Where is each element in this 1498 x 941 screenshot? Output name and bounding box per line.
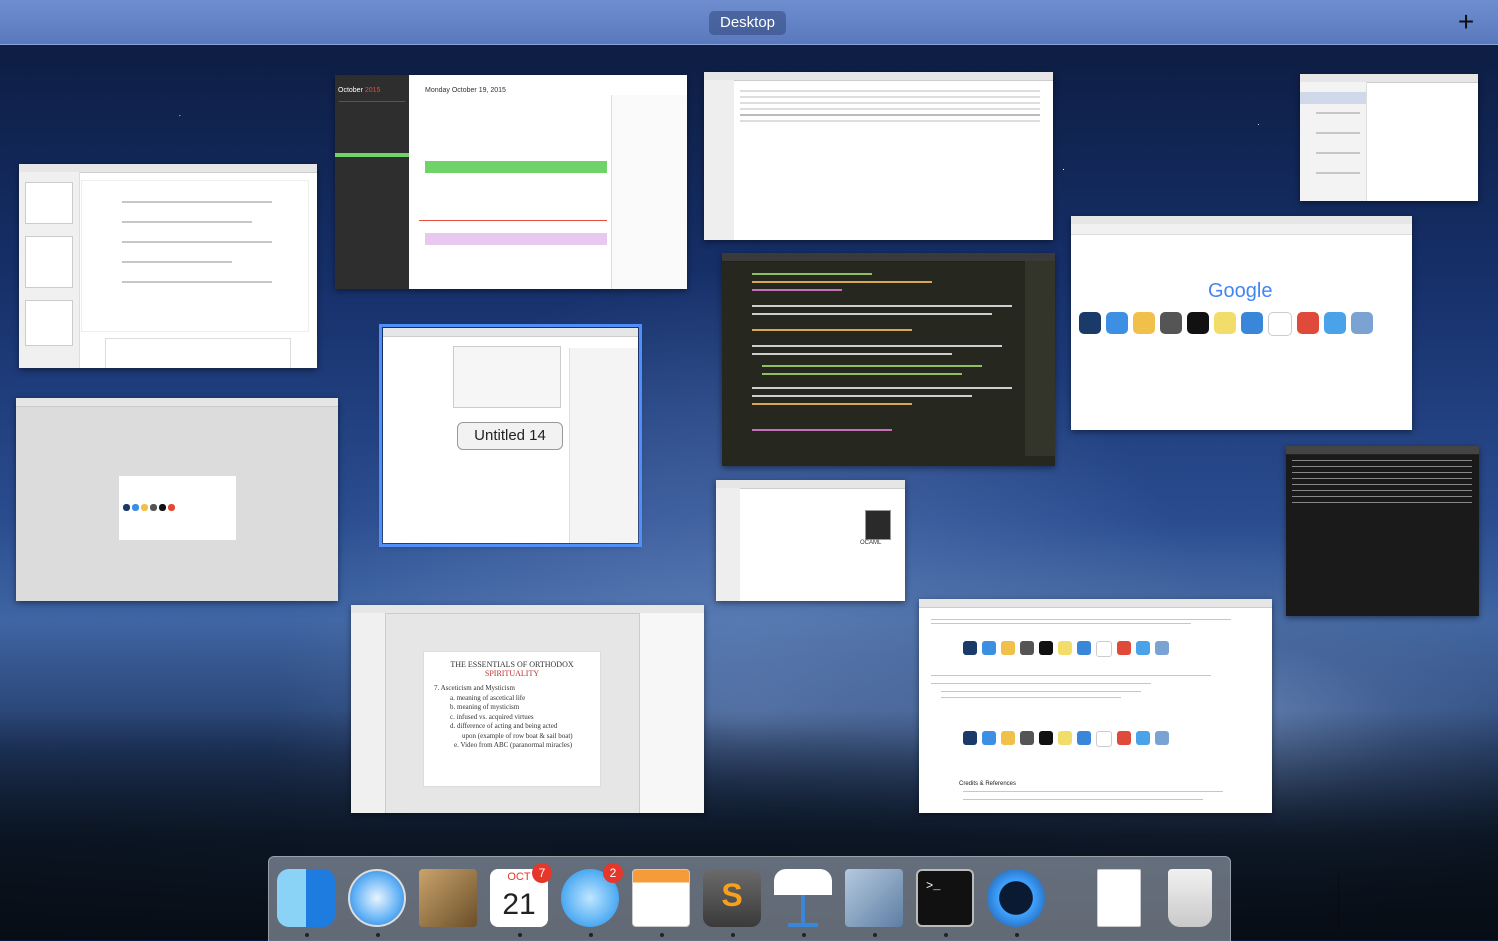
window-safari-google[interactable]: Google: [1071, 216, 1412, 430]
code-minimap: [1025, 261, 1055, 456]
preview-icon: [845, 869, 903, 927]
dock-item-mail[interactable]: [419, 869, 479, 929]
dock-item-safari[interactable]: [348, 869, 408, 937]
calendar-event[interactable]: [425, 233, 607, 245]
screenshot-dock-row: [1079, 312, 1373, 336]
dock-item-quicktime[interactable]: [987, 869, 1047, 937]
screenshot-dock-row: [963, 641, 1169, 657]
window-calendar[interactable]: October 2015 Monday October 19, 2015: [335, 75, 687, 289]
mail-icon: [419, 869, 477, 927]
dock-item-pages[interactable]: [632, 869, 692, 937]
running-indicator: [376, 933, 380, 937]
dock: OCT 21 7 2 S >_: [268, 856, 1339, 941]
finder-icon: [277, 869, 335, 927]
dock-item-preview[interactable]: [845, 869, 905, 937]
calendar-month-label: October 2015: [338, 87, 381, 94]
quicktime-icon: [987, 869, 1045, 927]
window-terminal[interactable]: [1286, 446, 1479, 616]
google-logo: Google: [1208, 280, 1273, 302]
desktop-space-label[interactable]: Desktop: [709, 11, 787, 35]
dock-item-keynote[interactable]: [774, 869, 834, 937]
calendar-icon: OCT 21 7: [490, 863, 552, 927]
window-title-label: Untitled 14: [457, 422, 563, 450]
running-indicator: [589, 933, 593, 937]
format-inspector: [569, 348, 638, 543]
dock-item-messages[interactable]: 2: [561, 863, 623, 937]
window-titlebar: [716, 480, 905, 489]
window-safari-article[interactable]: Credits & References: [919, 599, 1272, 813]
file-label: OCAML: [860, 540, 882, 546]
calendar-sidebar: October 2015: [335, 75, 409, 289]
document-page-2: [105, 338, 291, 368]
calendar-event[interactable]: [425, 161, 607, 173]
browser-toolbar: [1071, 224, 1412, 235]
slide-body: 7. Asceticism and Mysticism a. meaning o…: [434, 684, 573, 749]
pages-icon: [632, 869, 690, 927]
finder-sidebar: [716, 488, 740, 601]
window-preview-screenshot[interactable]: [16, 398, 338, 601]
notification-badge: 7: [532, 863, 552, 883]
running-indicator: [518, 933, 522, 937]
dock-separator: [1338, 869, 1339, 929]
document-page: [81, 180, 309, 332]
sublime-icon: S: [703, 869, 761, 927]
dock-item-trash[interactable]: [1160, 869, 1220, 929]
embedded-screenshot: [119, 476, 236, 540]
window-finder-columns[interactable]: OCAML: [716, 480, 905, 601]
window-titlebar: [383, 328, 638, 337]
dock-item-terminal[interactable]: >_: [916, 869, 976, 937]
window-titlebar: [919, 599, 1272, 608]
running-indicator: [660, 933, 664, 937]
running-indicator: [802, 933, 806, 937]
running-indicator: [1015, 933, 1019, 937]
dock-item-sublime[interactable]: S: [703, 869, 763, 937]
slide-navigator: [351, 613, 386, 813]
window-keynote[interactable]: THE ESSENTIALS OF ORTHODOX SPIRITUALITY …: [351, 605, 704, 813]
window-titlebar: [1286, 446, 1479, 455]
window-mail[interactable]: [1300, 74, 1478, 201]
event-inspector: [611, 95, 687, 289]
add-space-button[interactable]: +: [1452, 8, 1480, 36]
window-pages-untitled[interactable]: Untitled 14: [379, 324, 642, 547]
terminal-icon: >_: [916, 869, 974, 927]
messages-icon: 2: [561, 863, 623, 927]
dock-item-calendar[interactable]: OCT 21 7: [490, 863, 552, 937]
window-titlebar: [16, 398, 338, 407]
dock-item-finder[interactable]: [277, 869, 337, 937]
thumbnail-sidebar: [19, 172, 80, 368]
slide-title: THE ESSENTIALS OF ORTHODOX SPIRITUALITY: [450, 660, 574, 678]
keynote-icon: [774, 869, 832, 927]
dock-item-documents[interactable]: [1089, 869, 1149, 929]
window-preview-document[interactable]: [19, 164, 317, 368]
window-code-editor[interactable]: [722, 253, 1055, 466]
documents-stack-icon: [1097, 869, 1141, 927]
running-indicator: [305, 933, 309, 937]
spaces-bar: Desktop +: [0, 0, 1498, 45]
calendar-day-header: Monday October 19, 2015: [425, 87, 506, 94]
keynote-slide: THE ESSENTIALS OF ORTHODOX SPIRITUALITY …: [423, 651, 601, 787]
notification-badge: 2: [603, 863, 623, 883]
format-inspector: [639, 613, 704, 813]
running-indicator: [944, 933, 948, 937]
safari-icon: [348, 869, 406, 927]
running-indicator: [731, 933, 735, 937]
finder-sidebar: [704, 80, 734, 240]
article-heading: Credits & References: [959, 781, 1017, 787]
trash-icon: [1168, 869, 1212, 927]
save-dialog: [453, 346, 561, 408]
running-indicator: [873, 933, 877, 937]
window-titlebar: [722, 253, 1055, 262]
message-list: [1300, 82, 1367, 201]
file-icon[interactable]: [865, 510, 891, 540]
window-titlebar: [704, 72, 1053, 81]
window-finder-list[interactable]: [704, 72, 1053, 240]
screenshot-dock-row-2: [963, 731, 1169, 747]
calendar-current-time-line: [419, 220, 607, 221]
